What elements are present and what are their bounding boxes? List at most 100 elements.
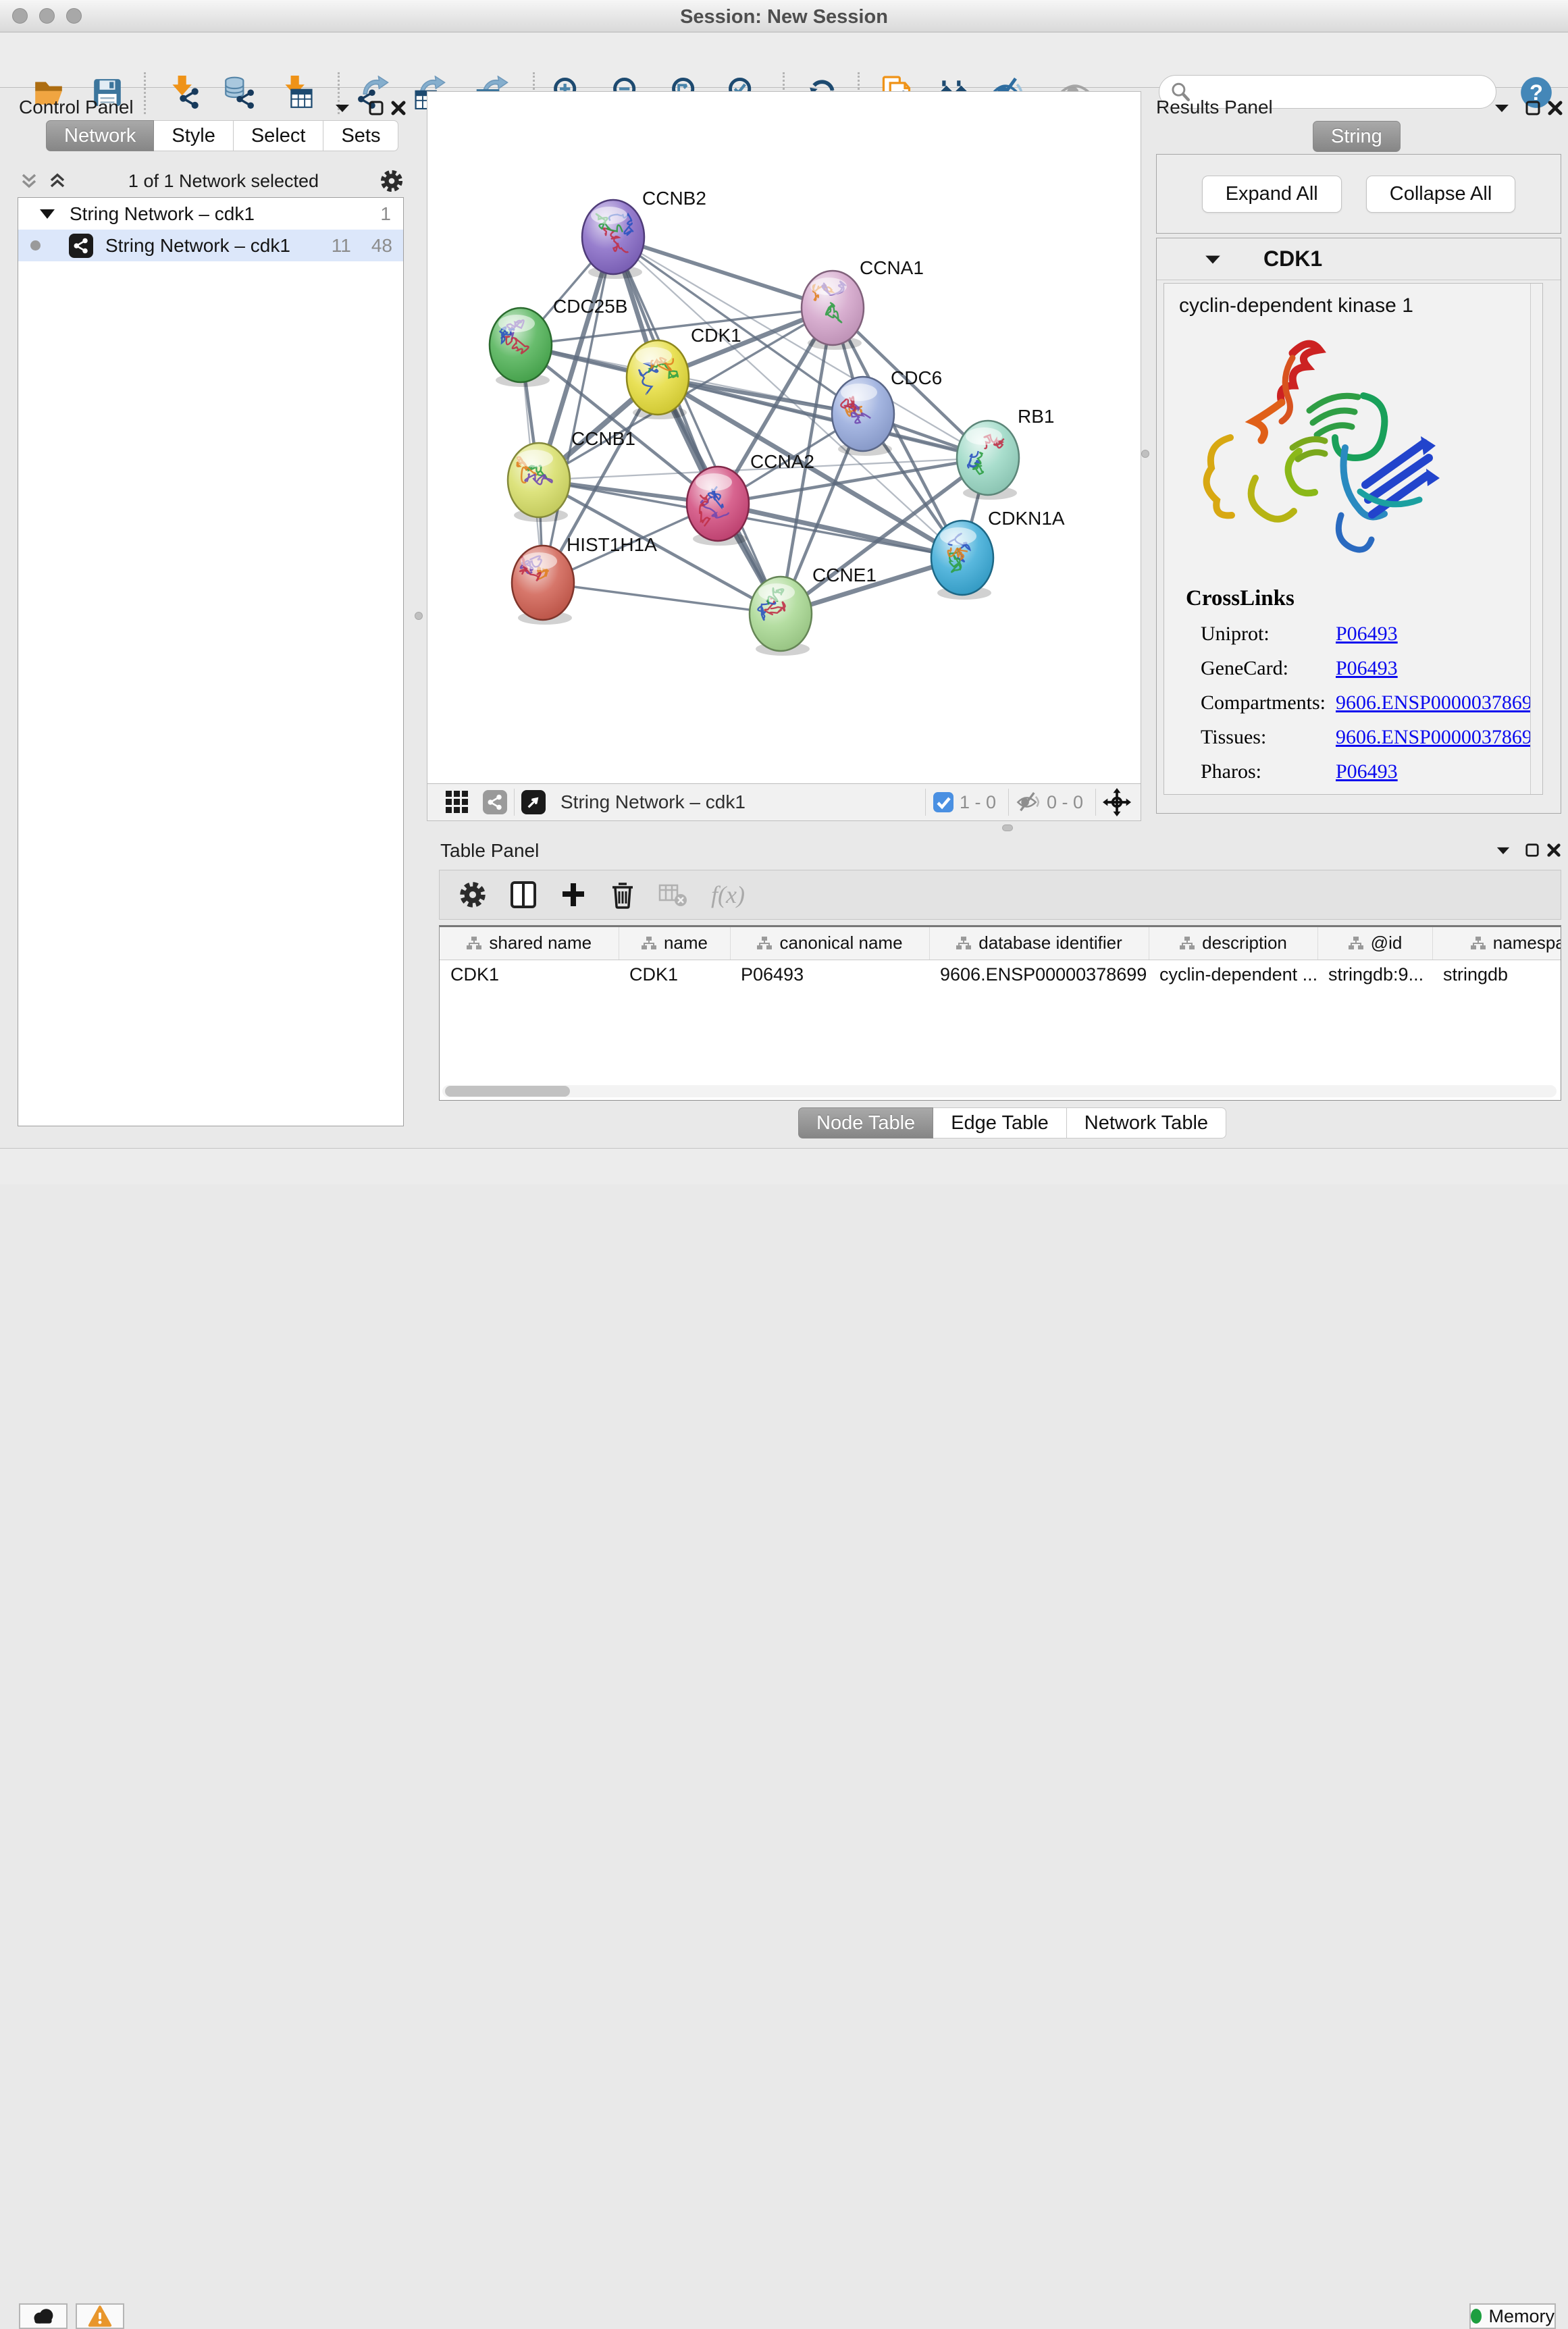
results-node-panel: CDK1 cyclin-dependent kinase 1 xyxy=(1156,238,1561,814)
show-columns-icon[interactable] xyxy=(510,881,537,909)
tab-network-table[interactable]: Network Table xyxy=(1067,1107,1226,1139)
results-scrollbar[interactable] xyxy=(1530,284,1542,794)
table-cell[interactable]: CDK1 xyxy=(440,960,619,989)
table-cell[interactable]: stringdb xyxy=(1432,960,1561,989)
table-panel-title: Table Panel xyxy=(440,840,539,862)
import-network-database-icon[interactable] xyxy=(222,74,259,111)
tab-network[interactable]: Network xyxy=(46,120,154,151)
node-CCNA1[interactable] xyxy=(802,271,864,350)
left-splitter-handle[interactable] xyxy=(415,612,423,620)
delete-column-icon[interactable] xyxy=(610,881,635,909)
column-type-icon xyxy=(1179,936,1195,951)
disclosure-triangle-icon[interactable] xyxy=(40,209,55,219)
table-horizontal-scrollbar[interactable] xyxy=(442,1085,1557,1097)
network-badge-icon xyxy=(69,234,93,258)
crosslink-link[interactable]: P06493 xyxy=(1336,657,1398,679)
table-cell[interactable]: 9606.ENSP00000378699 xyxy=(929,960,1149,989)
control-panel-float-icon[interactable] xyxy=(368,100,384,120)
table-cell[interactable]: cyclin-dependent ... xyxy=(1149,960,1317,989)
column-header-namespace[interactable]: namespace xyxy=(1432,927,1561,960)
warning-status-button[interactable] xyxy=(76,2303,124,2329)
create-column-icon[interactable] xyxy=(560,881,587,909)
tab-edge-table[interactable]: Edge Table xyxy=(933,1107,1067,1139)
selected-node-edge-counts: 1 - 0 xyxy=(960,792,996,813)
node-RB1[interactable] xyxy=(957,421,1019,500)
memory-button[interactable]: Memory xyxy=(1469,2303,1556,2329)
network-status-dot xyxy=(30,240,41,251)
table-panel-close-icon[interactable] xyxy=(1546,843,1561,861)
horizontal-splitter-handle[interactable] xyxy=(1002,825,1013,831)
table-cell[interactable]: CDK1 xyxy=(619,960,730,989)
crosslink-link[interactable]: 9606.ENSP00000378699 xyxy=(1336,726,1542,748)
table-panel-float-icon[interactable] xyxy=(1525,843,1540,861)
results-panel-menu-icon[interactable] xyxy=(1494,103,1510,117)
open-in-browser-icon[interactable] xyxy=(521,790,546,814)
import-table-file-icon[interactable] xyxy=(280,74,316,111)
node-CDKN1A[interactable] xyxy=(931,521,993,600)
node-label-CCNA2: CCNA2 xyxy=(750,451,814,472)
network-options-gear-icon[interactable] xyxy=(380,169,404,193)
footer-separator xyxy=(1095,789,1096,816)
right-splitter-handle[interactable] xyxy=(1141,450,1149,458)
network-canvas[interactable]: CCNB2CCNA1CDC25BCDK1CDC6RB1CCNB1CCNA2CDK… xyxy=(427,91,1141,783)
edge-CDK1-RB1[interactable] xyxy=(658,377,988,458)
column-header-shared-name[interactable]: shared name xyxy=(440,927,619,960)
collapse-all-icon[interactable] xyxy=(19,171,39,191)
current-network-title: String Network – cdk1 xyxy=(560,791,918,813)
edge-CCNB2-CCNA1[interactable] xyxy=(613,237,833,308)
table-panel-menu-icon[interactable] xyxy=(1496,845,1511,859)
edge-CCNB2-CCNE1[interactable] xyxy=(613,237,781,614)
crosslink-row: Compartments:9606.ENSP00000378699 xyxy=(1186,691,1542,714)
network-collection-row[interactable]: String Network – cdk1 1 xyxy=(18,198,403,230)
tab-select[interactable]: Select xyxy=(234,120,324,151)
column-header-database-identifier[interactable]: database identifier xyxy=(929,927,1149,960)
table-cell[interactable]: P06493 xyxy=(730,960,929,989)
string-network-graph[interactable]: CCNB2CCNA1CDC25BCDK1CDC6RB1CCNB1CCNA2CDK… xyxy=(427,92,1142,784)
function-builder-icon[interactable]: f(x) xyxy=(711,881,745,909)
node-HIST1H1A[interactable] xyxy=(512,546,574,625)
column-header-id[interactable]: @id xyxy=(1317,927,1432,960)
node-CDC25B[interactable] xyxy=(490,308,552,387)
table-options-gear-icon[interactable] xyxy=(459,881,487,909)
results-panel-close-icon[interactable] xyxy=(1547,100,1563,120)
entry-disclosure-icon[interactable] xyxy=(1204,253,1222,265)
column-header-canonical-name[interactable]: canonical name xyxy=(730,927,929,960)
column-header-name[interactable]: name xyxy=(619,927,730,960)
crosslinks-section: CrossLinks Uniprot:P06493GeneCard:P06493… xyxy=(1186,586,1542,783)
results-panel-float-icon[interactable] xyxy=(1525,100,1541,120)
scrollbar-thumb[interactable] xyxy=(445,1086,570,1097)
node-CCNE1[interactable] xyxy=(750,577,812,656)
tab-string[interactable]: String xyxy=(1313,121,1401,152)
node-entry-body: cyclin-dependent kinase 1 xyxy=(1164,283,1543,795)
cloud-status-button[interactable] xyxy=(19,2303,68,2329)
selected-checkbox-icon[interactable] xyxy=(933,791,954,813)
import-network-file-icon[interactable] xyxy=(167,74,203,111)
network-row-selected[interactable]: String Network – cdk1 11 48 xyxy=(18,230,403,261)
collapse-all-button[interactable]: Collapse All xyxy=(1366,176,1516,213)
expand-all-button[interactable]: Expand All xyxy=(1202,176,1342,213)
column-header-description[interactable]: description xyxy=(1149,927,1317,960)
network-view-toolbar: String Network – cdk1 1 - 0 0 - 0 xyxy=(427,783,1141,821)
node-table[interactable]: shared namenamecanonical namedatabase id… xyxy=(439,925,1561,1101)
table-row[interactable]: CDK1CDK1P064939606.ENSP00000378699cyclin… xyxy=(440,960,1561,989)
crosslink-label: Compartments: xyxy=(1201,691,1336,714)
crosslink-link[interactable]: 9606.ENSP00000378699 xyxy=(1336,691,1542,714)
delete-table-icon[interactable] xyxy=(658,883,688,907)
tab-node-table[interactable]: Node Table xyxy=(798,1107,933,1139)
hidden-eye-icon[interactable] xyxy=(1016,789,1041,815)
control-panel-close-icon[interactable] xyxy=(390,100,407,120)
pan-mode-icon[interactable] xyxy=(1103,788,1131,816)
tab-style[interactable]: Style xyxy=(154,120,233,151)
edge-HIST1H1A-CCNE1[interactable] xyxy=(543,583,781,614)
node-CCNB2[interactable] xyxy=(582,200,644,279)
crosslink-link[interactable]: P06493 xyxy=(1336,623,1398,645)
control-panel-menu-icon[interactable] xyxy=(334,103,350,117)
table-cell[interactable]: stringdb:9... xyxy=(1317,960,1432,989)
edge-CCNA2-CDKN1A[interactable] xyxy=(718,504,962,558)
crosslink-link[interactable]: P06493 xyxy=(1336,760,1398,783)
expand-all-icon[interactable] xyxy=(47,171,68,191)
tab-sets[interactable]: Sets xyxy=(323,120,398,151)
node-CCNB1[interactable] xyxy=(508,443,570,522)
birds-eye-view-icon[interactable] xyxy=(445,790,469,814)
node-entry-header[interactable]: CDK1 xyxy=(1157,238,1561,280)
